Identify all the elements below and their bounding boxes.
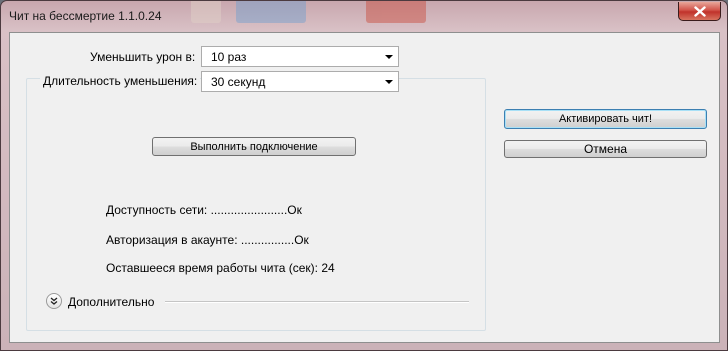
damage-select[interactable]: 10 раз — [201, 46, 399, 67]
duration-label: Длительность уменьшения: — [40, 74, 201, 88]
damage-label: Уменьшить урон в: — [90, 50, 196, 64]
window-title: Чит на бессмертие 1.1.0.24 — [9, 9, 162, 23]
chevron-down-icon — [385, 55, 393, 59]
chevron-down-icon — [385, 80, 393, 84]
activate-button[interactable]: Активировать чит! — [504, 109, 707, 129]
dialog-window: Чит на бессмертие 1.1.0.24 Уменьшить уро… — [0, 0, 728, 351]
cancel-button[interactable]: Отмена — [504, 140, 707, 158]
dialog-client-area: Уменьшить урон в: 10 раз Длительность ум… — [9, 32, 720, 343]
duration-select-value: 30 секунд — [211, 75, 266, 89]
expander-divider — [165, 301, 469, 303]
more-label[interactable]: Дополнительно — [68, 295, 154, 309]
duration-select[interactable]: 30 секунд — [201, 71, 399, 92]
time-left-status: Оставшееся время работы чита (сек): 24 — [106, 261, 335, 275]
auth-status: Авторизация в акаунте: ................О… — [106, 233, 309, 247]
titlebar-background — [191, 1, 451, 27]
close-button[interactable] — [678, 2, 721, 21]
expand-more-button[interactable] — [46, 293, 62, 309]
close-icon — [693, 5, 706, 17]
damage-select-value: 10 раз — [211, 50, 247, 64]
double-chevron-down-icon — [50, 297, 58, 305]
connect-button[interactable]: Выполнить подключение — [152, 137, 356, 156]
network-status: Доступность сети: ......................… — [106, 203, 302, 217]
